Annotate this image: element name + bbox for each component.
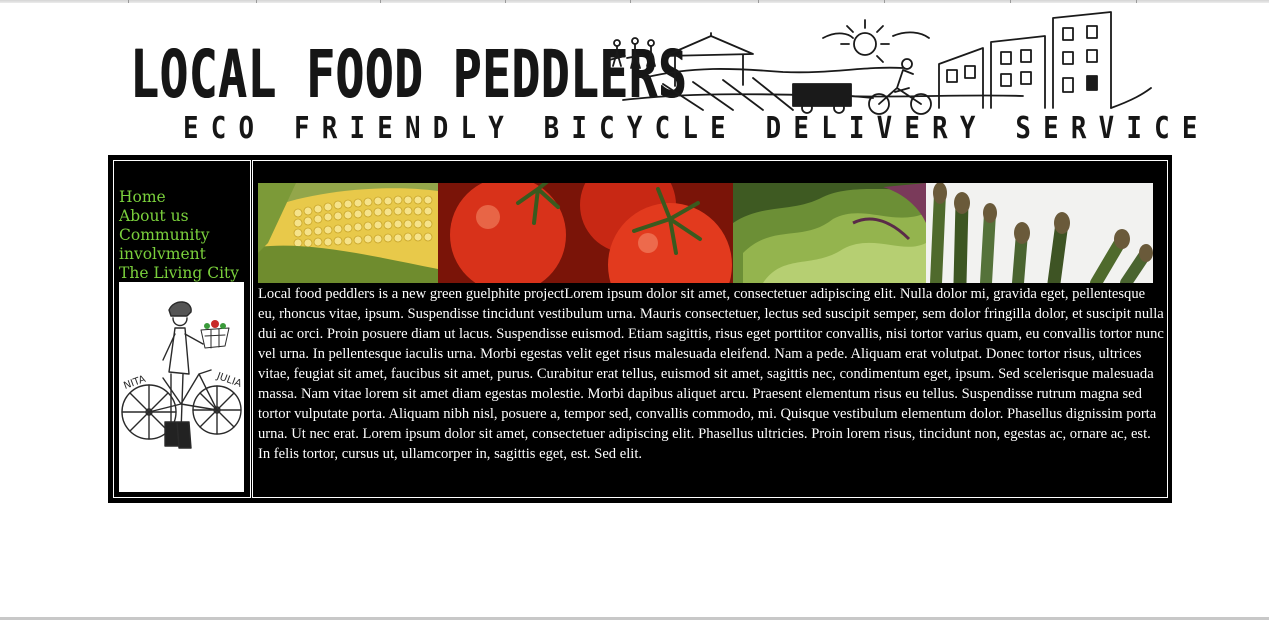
lettuce-photo <box>733 183 926 283</box>
browser-top-edge <box>0 0 1269 3</box>
bicycle-girl-icon: NITA JULIA <box>121 301 243 449</box>
sidebar-nav: Home About us Community involvment The L… <box>119 187 239 282</box>
asparagus-icon <box>926 183 1153 283</box>
bicycle-girl-illustration: NITA JULIA <box>119 282 244 492</box>
nav-link-involvment[interactable]: involvment <box>119 245 206 263</box>
nav-item-involvment: involvment <box>119 244 239 263</box>
corn-photo <box>258 183 438 283</box>
nav-item-home: Home <box>119 187 239 206</box>
produce-photo-strip <box>258 183 1153 283</box>
site-tagline: ECO FRIENDLY BICYCLE DELIVERY SERVICE <box>183 111 1210 146</box>
corn-icon <box>258 183 438 283</box>
nav-link-about-us[interactable]: About us <box>119 207 189 225</box>
city-bicycle-sketch-icon <box>608 11 1152 115</box>
nav-link-the-living-city[interactable]: The Living City <box>119 264 239 282</box>
intro-paragraph: Local food peddlers is a new green guelp… <box>258 286 1164 462</box>
nav-link-community[interactable]: Community <box>119 226 210 244</box>
tomato-icon <box>438 183 733 283</box>
bike-label-right: JULIA <box>214 370 243 389</box>
asparagus-photo <box>926 183 1153 283</box>
nav-item-about-us: About us <box>119 206 239 225</box>
site-header: LOCAL FOOD PEDDLERS ECO FRIENDLY BICYCLE… <box>125 8 1197 148</box>
nav-item-community: Community <box>119 225 239 244</box>
nav-link-home[interactable]: Home <box>119 188 166 206</box>
lettuce-icon <box>733 183 926 283</box>
tomatoes-photo <box>438 183 733 283</box>
nav-item-the-living-city: The Living City <box>119 263 239 282</box>
